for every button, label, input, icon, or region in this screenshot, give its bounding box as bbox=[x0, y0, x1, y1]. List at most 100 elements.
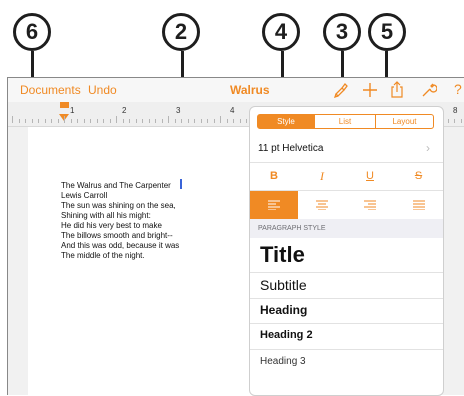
style-heading-2-label: Heading 2 bbox=[260, 329, 313, 341]
callout-3: 3 bbox=[323, 13, 361, 51]
undo-button[interactable]: Undo bbox=[88, 83, 117, 97]
document-line: The middle of the night. bbox=[61, 251, 145, 260]
document-line: Lewis Carroll bbox=[61, 191, 108, 200]
font-label: 11 pt Helvetica bbox=[258, 143, 324, 154]
ruler-tick bbox=[116, 116, 117, 123]
document-title: Walrus bbox=[230, 83, 270, 97]
align-right-icon bbox=[364, 200, 376, 210]
ruler-tick bbox=[181, 119, 182, 123]
ruler-tick bbox=[220, 116, 221, 123]
callout-5: 5 bbox=[368, 13, 406, 51]
ruler-tick bbox=[103, 119, 104, 123]
style-heading[interactable]: Heading bbox=[250, 298, 443, 324]
ruler-tick bbox=[109, 119, 111, 123]
ruler-tick bbox=[454, 119, 455, 123]
ruler-tick bbox=[135, 119, 137, 123]
style-heading-3[interactable]: Heading 3 bbox=[250, 349, 443, 375]
ruler-tick bbox=[460, 119, 462, 123]
share-icon[interactable] bbox=[390, 81, 404, 98]
plus-icon[interactable] bbox=[362, 82, 378, 98]
ruler-tick bbox=[57, 119, 59, 123]
strikethrough-button[interactable]: S bbox=[394, 162, 443, 190]
ruler-tick bbox=[129, 119, 130, 123]
ruler-tick bbox=[12, 116, 13, 123]
callout-6: 6 bbox=[13, 13, 51, 51]
wrench-icon[interactable] bbox=[421, 82, 437, 98]
style-title-label: Title bbox=[260, 242, 305, 267]
ruler-tick bbox=[25, 119, 26, 123]
ruler-number-1: 1 bbox=[70, 106, 75, 115]
ruler-tick bbox=[96, 119, 98, 123]
ruler-tick bbox=[38, 119, 39, 123]
format-popover: Style List Layout 11 pt Helvetica › B I … bbox=[249, 106, 444, 396]
paragraph-style-header: PARAGRAPH STYLE bbox=[258, 225, 326, 232]
ruler-tab-marker[interactable] bbox=[60, 102, 69, 108]
ruler-tick bbox=[83, 119, 85, 123]
ruler-tick bbox=[239, 119, 241, 123]
callout-4: 4 bbox=[262, 13, 300, 51]
ruler-tick bbox=[168, 116, 169, 123]
ruler-tick bbox=[31, 119, 33, 123]
style-heading-2[interactable]: Heading 2 bbox=[250, 323, 443, 350]
ruler-tick bbox=[174, 119, 176, 123]
ruler-tick bbox=[207, 119, 208, 123]
ruler-tick bbox=[51, 119, 52, 123]
document-line: And this was odd, because it was bbox=[61, 241, 180, 250]
paragraph-style-section: PARAGRAPH STYLE bbox=[250, 219, 443, 238]
bold-button[interactable]: B bbox=[250, 162, 298, 190]
text-cursor bbox=[180, 179, 182, 189]
underline-button[interactable]: U bbox=[346, 162, 394, 190]
paintbrush-icon[interactable] bbox=[333, 82, 349, 98]
text-style-row: B I U S bbox=[250, 162, 443, 191]
ruler-number-4: 4 bbox=[230, 106, 235, 115]
align-justify-icon bbox=[412, 200, 425, 210]
ruler-tick bbox=[233, 119, 234, 123]
ruler-tick bbox=[18, 119, 20, 123]
italic-button[interactable]: I bbox=[298, 162, 346, 190]
document-line: He did his very best to make bbox=[61, 221, 162, 230]
ruler-tick bbox=[161, 119, 163, 123]
help-button[interactable]: ? bbox=[454, 81, 462, 97]
toolbar: Documents Undo Walrus ? bbox=[8, 78, 464, 102]
ruler-tick bbox=[447, 119, 449, 123]
documents-button[interactable]: Documents bbox=[20, 83, 81, 97]
align-right-button[interactable] bbox=[346, 191, 394, 219]
ruler-tick bbox=[64, 116, 65, 123]
ruler-tick bbox=[70, 119, 72, 123]
ruler-tick bbox=[90, 119, 91, 123]
document-line: Shining with all his might: bbox=[61, 211, 151, 220]
ruler-tick bbox=[44, 119, 46, 123]
align-left-button[interactable] bbox=[250, 191, 298, 219]
ruler-tick bbox=[213, 119, 215, 123]
style-title[interactable]: Title bbox=[250, 238, 443, 273]
tab-layout[interactable]: Layout bbox=[376, 114, 434, 129]
align-left-icon bbox=[268, 200, 280, 210]
style-heading-3-label: Heading 3 bbox=[260, 356, 306, 367]
callout-2: 2 bbox=[162, 13, 200, 51]
ruler-tick bbox=[77, 119, 78, 123]
style-subtitle[interactable]: Subtitle bbox=[250, 272, 443, 299]
ruler-tick bbox=[122, 119, 124, 123]
ruler-number-2: 2 bbox=[122, 106, 127, 115]
ruler-tick bbox=[148, 119, 150, 123]
ruler-number-3: 3 bbox=[176, 106, 181, 115]
ruler-tick bbox=[200, 119, 202, 123]
ruler-tick bbox=[155, 119, 156, 123]
style-subtitle-label: Subtitle bbox=[260, 277, 307, 293]
ruler-tick bbox=[226, 119, 228, 123]
ruler-tick bbox=[187, 119, 189, 123]
align-center-button[interactable] bbox=[298, 191, 346, 219]
tab-list[interactable]: List bbox=[315, 114, 376, 129]
tab-style[interactable]: Style bbox=[257, 114, 315, 129]
document-line: The billows smooth and bright-- bbox=[61, 231, 173, 240]
align-justify-button[interactable] bbox=[394, 191, 443, 219]
chevron-right-icon: › bbox=[426, 141, 430, 155]
ruler-tick bbox=[246, 119, 247, 123]
align-center-icon bbox=[316, 200, 328, 210]
document-line: The sun was shining on the sea, bbox=[61, 201, 176, 210]
style-heading-label: Heading bbox=[260, 303, 308, 317]
font-row[interactable]: 11 pt Helvetica › bbox=[250, 136, 443, 163]
document-page[interactable]: The Walrus and The Carpenter Lewis Carrol… bbox=[28, 127, 278, 395]
alignment-row bbox=[250, 191, 443, 220]
ruler-number-8: 8 bbox=[453, 106, 458, 115]
